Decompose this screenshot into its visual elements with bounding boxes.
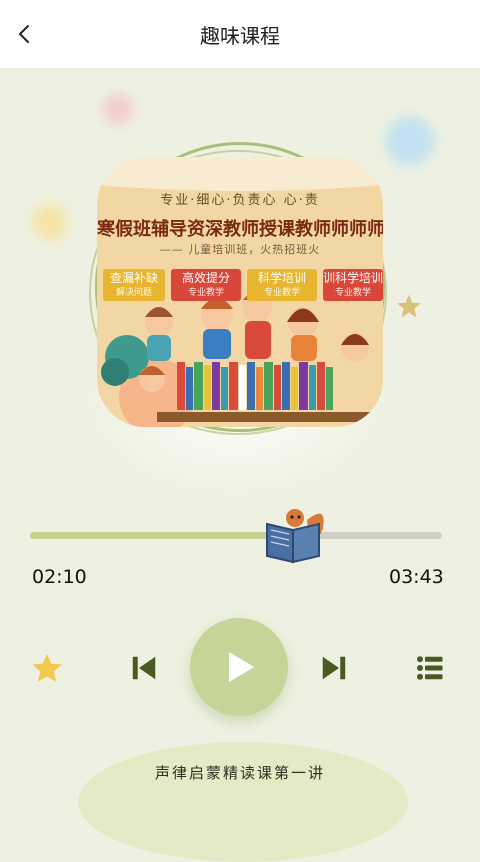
cover-main-line: 寒假班辅导资深教师授课教师师师师 (97, 219, 383, 240)
reading-squirrel-icon (265, 509, 324, 564)
previous-button[interactable] (124, 648, 164, 688)
chevron-left-icon (19, 25, 29, 43)
decor-bubble (103, 94, 133, 124)
progress-thumb-book-icon[interactable] (257, 502, 331, 566)
cover-tag: 查漏补缺 解决问题 (103, 269, 165, 301)
playlist-icon (417, 656, 443, 680)
cover-tag-sub: 专业教学 (334, 288, 371, 298)
progress-bar[interactable] (30, 532, 442, 539)
star-decoration-icon (397, 294, 421, 318)
album-cover-area: 专业·细心·负责心 心·责 寒假班辅导资深教师授课教师师师师 —— 儿童培训班，… (89, 142, 421, 435)
cover-tag-main: 科学培训 (257, 271, 306, 285)
play-icon (229, 652, 254, 682)
header-bar: 趣味课程 (0, 0, 480, 68)
page-title: 趣味课程 (200, 23, 280, 48)
cover-top-line: 专业·细心·负责心 心·责 (160, 193, 320, 208)
next-button[interactable] (314, 648, 354, 688)
cover-tag-sub: 专业教学 (263, 288, 300, 298)
cover-tag: 高效提分 专业教学 (171, 269, 241, 301)
lesson-card[interactable] (78, 742, 408, 862)
cover-tag-sub: 专业教学 (187, 288, 224, 298)
skip-next-icon (322, 656, 346, 680)
album-cover-image: 专业·细心·负责心 心·责 寒假班辅导资深教师授课教师师师师 —— 儿童培训班，… (97, 157, 383, 427)
cover-tag: 科学培训 专业教学 (247, 269, 317, 301)
books (177, 362, 333, 410)
cover-tag-main: 查漏补缺 (109, 271, 158, 285)
cover-sub-line: —— 儿童培训班，火热招班火 (159, 243, 321, 256)
lesson-title: 声律启蒙精读课第一讲 (154, 764, 325, 782)
total-duration: 03:43 (389, 566, 444, 588)
cover-tag-main: 高效提分 (181, 271, 230, 285)
star-icon (32, 654, 62, 682)
cover-tag-main: 训科学培训 (323, 271, 383, 285)
favorite-button[interactable] (26, 648, 68, 690)
cover-tag-sub: 解决问题 (115, 288, 152, 298)
decor-bubble (385, 116, 435, 166)
elapsed-time: 02:10 (32, 566, 87, 588)
play-button[interactable] (190, 618, 288, 716)
playlist-button[interactable] (410, 648, 450, 688)
progress-fill (30, 532, 294, 539)
cover-tag: 训科学培训 专业教学 (323, 269, 383, 301)
skip-previous-icon (132, 656, 156, 680)
decor-bubble (32, 204, 68, 240)
back-button[interactable] (6, 16, 42, 52)
